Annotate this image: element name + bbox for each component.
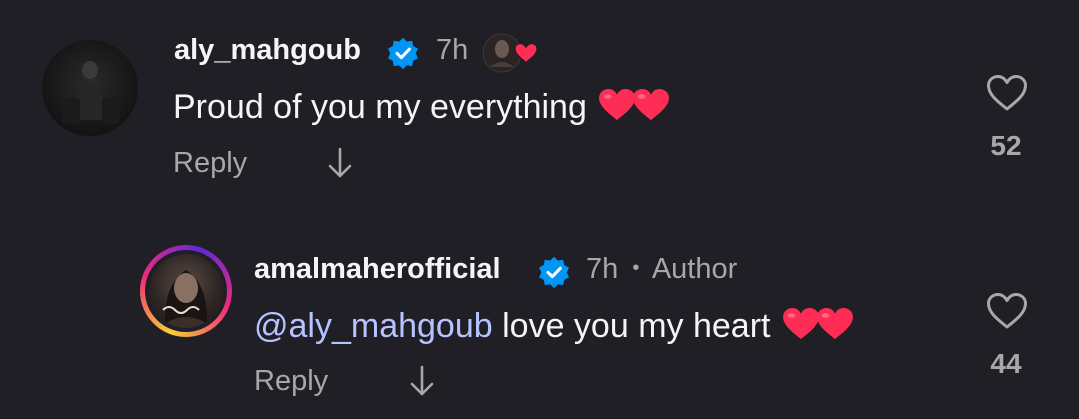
comment-text: love you my heart (492, 307, 771, 345)
avatar-portrait (159, 270, 213, 328)
mention-link[interactable]: @aly_mahgoub (254, 307, 493, 345)
heart-emoji-icon (782, 307, 819, 340)
comment-body: Proud of you my everything (173, 88, 670, 127)
comment-text: Proud of you my everything (173, 88, 587, 126)
avatar[interactable] (140, 245, 232, 337)
heart-outline-icon[interactable] (986, 292, 1028, 330)
verified-badge-icon (539, 256, 569, 289)
verified-badge-icon (388, 37, 418, 70)
reply-button[interactable]: Reply (173, 147, 247, 180)
heart-emoji-icon (816, 307, 853, 340)
arrow-down-icon[interactable] (408, 364, 436, 398)
comment-timestamp: 7h (586, 253, 619, 285)
avatar-image (149, 254, 223, 328)
reply-button[interactable]: Reply (254, 365, 328, 398)
comment-username[interactable]: amalmaherofficial (254, 253, 501, 286)
comment-body: @aly_mahgoub love you my heart (254, 307, 854, 346)
avatar-image (62, 61, 120, 124)
author-label: Author (651, 253, 738, 285)
heart-outline-icon[interactable] (986, 74, 1028, 112)
comment-username[interactable]: aly_mahgoub (174, 34, 361, 67)
arrow-down-icon[interactable] (326, 146, 354, 180)
meta-separator: • (632, 257, 640, 279)
like-count: 44 (990, 348, 1022, 379)
avatar[interactable] (42, 40, 138, 136)
like-count: 52 (990, 130, 1022, 161)
avatar-ring-gap (145, 250, 227, 332)
comment-meta: 7h • Author (586, 253, 737, 286)
story-reaction-badge[interactable] (482, 33, 542, 73)
comment-timestamp: 7h (436, 34, 469, 66)
heart-emoji-icon (633, 88, 670, 121)
heart-emoji-icon (599, 88, 636, 121)
